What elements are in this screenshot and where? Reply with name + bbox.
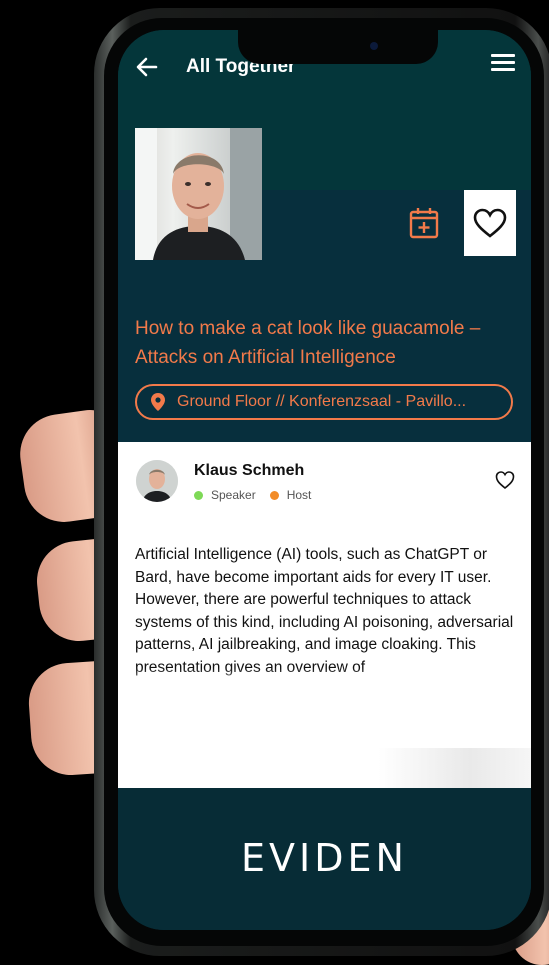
footer: EVIDEN	[118, 788, 531, 930]
calendar-add-icon[interactable]	[408, 206, 440, 240]
heart-icon[interactable]	[495, 470, 515, 490]
heart-icon	[473, 208, 507, 238]
description-fade	[135, 668, 517, 694]
speaker-photo	[135, 128, 262, 260]
card-shade	[378, 748, 531, 788]
phone-screen: All Together How to make a cat look like…	[118, 30, 531, 930]
avatar[interactable]	[136, 460, 178, 502]
brand-logo: EVIDEN	[241, 836, 408, 880]
phone-notch	[238, 30, 438, 64]
hamburger-menu-icon[interactable]	[491, 54, 515, 78]
role-host: Host	[269, 488, 311, 502]
location-text: Ground Floor // Konferenzsaal - Pavillo.…	[177, 393, 467, 410]
role-speaker: Speaker	[194, 488, 256, 502]
back-arrow-icon[interactable]	[132, 52, 162, 82]
location-pin-icon	[151, 393, 165, 411]
session-details-card: Klaus Schmeh Speaker Host Artificial Int…	[118, 442, 531, 788]
speaker-name[interactable]: Klaus Schmeh	[194, 462, 304, 480]
status-dot	[269, 490, 279, 500]
location-pill[interactable]: Ground Floor // Konferenzsaal - Pavillo.…	[135, 384, 513, 420]
status-dot	[194, 490, 203, 500]
speaker-roles: Speaker Host	[194, 488, 325, 502]
session-title: How to make a cat look like guacamole – …	[135, 318, 481, 368]
favorite-button[interactable]	[464, 190, 516, 256]
